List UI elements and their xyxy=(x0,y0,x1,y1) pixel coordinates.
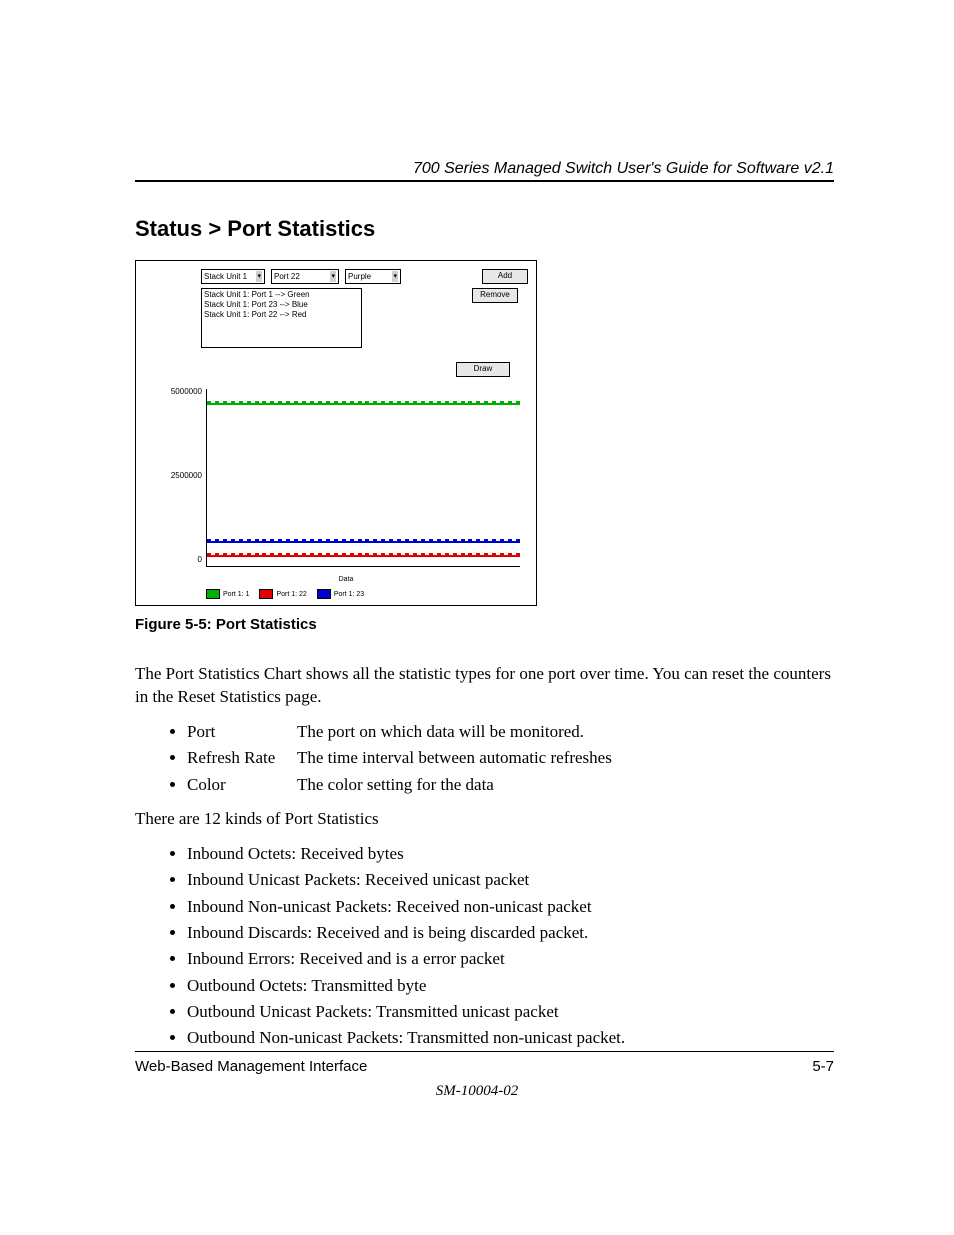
stack-unit-value: Stack Unit 1 xyxy=(204,271,247,282)
x-axis-label: Data xyxy=(339,576,354,583)
definition-list: PortThe port on which data will be monit… xyxy=(135,719,834,798)
footer-rule xyxy=(135,1051,834,1052)
footer-section-name: Web-Based Management Interface xyxy=(135,1058,367,1075)
list-item[interactable]: Stack Unit 1: Port 22 --> Red xyxy=(204,310,359,320)
def-term: Refresh Rate xyxy=(187,745,297,771)
intro-paragraph: The Port Statistics Chart shows all the … xyxy=(135,663,834,709)
legend-swatch-blue xyxy=(317,589,331,599)
def-desc: The time interval between automatic refr… xyxy=(297,745,612,771)
def-desc: The port on which data will be monitored… xyxy=(297,719,584,745)
list-item[interactable]: Stack Unit 1: Port 23 --> Blue xyxy=(204,300,359,310)
series-points-red xyxy=(207,553,520,559)
document-id: SM-10004-02 xyxy=(0,1083,954,1100)
chevron-down-icon: ▾ xyxy=(392,271,398,282)
header-rule xyxy=(135,180,834,182)
list-item: Inbound Non-unicast Packets: Received no… xyxy=(187,894,834,920)
running-header: 700 Series Managed Switch User's Guide f… xyxy=(413,160,834,178)
color-value: Purple xyxy=(348,271,371,282)
legend-swatch-red xyxy=(259,589,273,599)
stats-intro: There are 12 kinds of Port Statistics xyxy=(135,808,834,831)
list-item: Inbound Errors: Received and is a error … xyxy=(187,946,834,972)
list-item: ColorThe color setting for the data xyxy=(187,772,834,798)
stats-list: Inbound Octets: Received bytes Inbound U… xyxy=(135,841,834,1052)
figure-port-statistics: Stack Unit 1 ▾ Port 22 ▾ Purple ▾ Add St… xyxy=(135,260,537,606)
list-item: PortThe port on which data will be monit… xyxy=(187,719,834,745)
color-select[interactable]: Purple ▾ xyxy=(345,269,401,284)
def-term: Port xyxy=(187,719,297,745)
list-item: Outbound Octets: Transmitted byte xyxy=(187,973,834,999)
draw-button[interactable]: Draw xyxy=(456,362,510,377)
legend-item: Port 1: 22 xyxy=(259,589,306,599)
figure-caption: Figure 5-5: Port Statistics xyxy=(135,616,834,633)
list-item: Outbound Non-unicast Packets: Transmitte… xyxy=(187,1025,834,1051)
remove-button[interactable]: Remove xyxy=(472,288,518,303)
y-tick-label: 5000000 xyxy=(166,387,202,396)
list-item: Inbound Discards: Received and is being … xyxy=(187,920,834,946)
stack-unit-select[interactable]: Stack Unit 1 ▾ xyxy=(201,269,265,284)
list-item[interactable]: Stack Unit 1: Port 1 --> Green xyxy=(204,290,359,300)
y-tick-label: 0 xyxy=(166,555,202,564)
legend-item: Port 1: 23 xyxy=(317,589,364,599)
chevron-down-icon: ▾ xyxy=(256,271,262,282)
legend-swatch-green xyxy=(206,589,220,599)
chevron-down-icon: ▾ xyxy=(330,271,336,282)
chart-plot-area: 5000000 2500000 0 Data xyxy=(166,385,526,585)
series-points-blue xyxy=(207,539,520,545)
series-points-green xyxy=(207,401,520,407)
legend-item: Port 1: 1 xyxy=(206,589,249,599)
def-term: Color xyxy=(187,772,297,798)
list-item: Outbound Unicast Packets: Transmitted un… xyxy=(187,999,834,1025)
list-item: Inbound Octets: Received bytes xyxy=(187,841,834,867)
legend-label: Port 1: 22 xyxy=(276,591,306,598)
legend-label: Port 1: 1 xyxy=(223,591,249,598)
legend-label: Port 1: 23 xyxy=(334,591,364,598)
port-select[interactable]: Port 22 ▾ xyxy=(271,269,339,284)
section-heading: Status > Port Statistics xyxy=(135,216,834,242)
page-number: 5-7 xyxy=(812,1058,834,1075)
add-button[interactable]: Add xyxy=(482,269,528,284)
y-tick-label: 2500000 xyxy=(166,471,202,480)
list-item: Refresh RateThe time interval between au… xyxy=(187,745,834,771)
list-item: Inbound Unicast Packets: Received unicas… xyxy=(187,867,834,893)
def-desc: The color setting for the data xyxy=(297,772,494,798)
chart-legend: Port 1: 1 Port 1: 22 Port 1: 23 xyxy=(136,589,536,605)
port-value: Port 22 xyxy=(274,271,300,282)
series-listbox[interactable]: Stack Unit 1: Port 1 --> Green Stack Uni… xyxy=(201,288,362,348)
